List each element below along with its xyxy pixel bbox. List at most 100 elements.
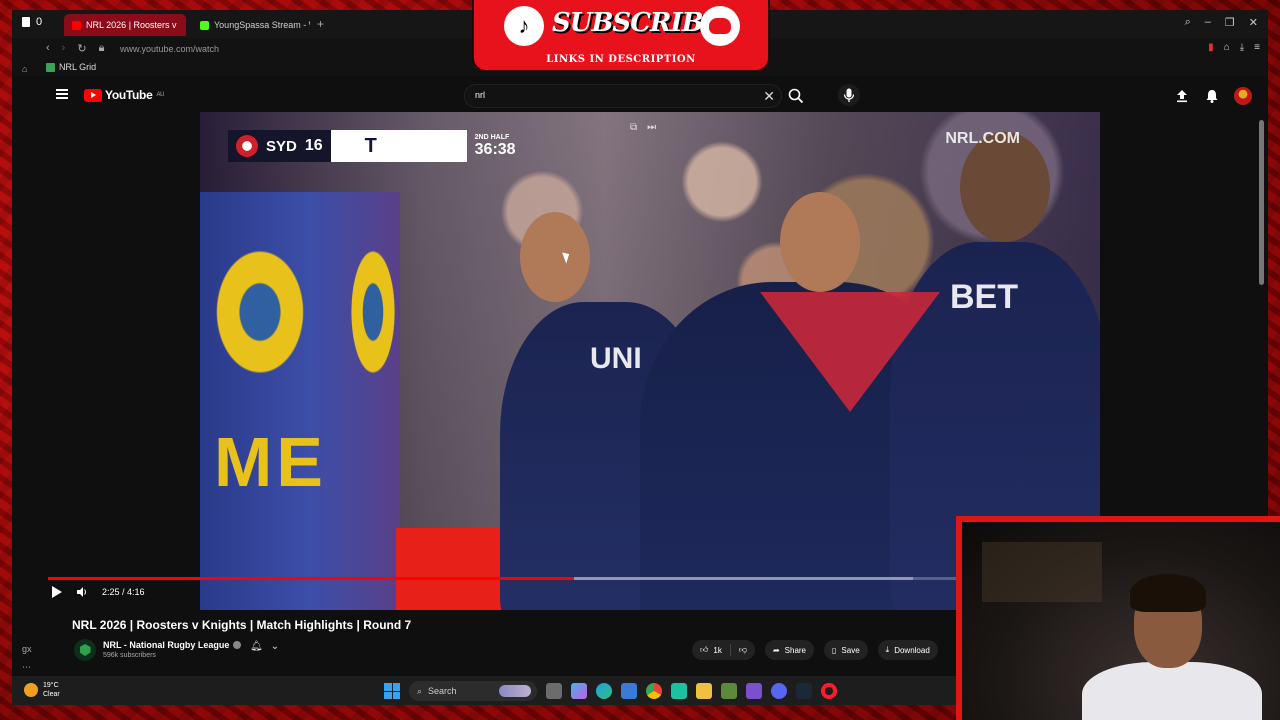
tab-nrl-video[interactable]: NRL 2026 | Roosters v [64, 14, 186, 36]
extension-icon[interactable]: ▮ [1208, 42, 1214, 53]
score-bug: SYD 16 T 2ND HALF 36:38 [228, 130, 524, 162]
thumbs-down-icon: 👎︎ [738, 645, 747, 654]
url-field[interactable]: www.youtube.com/watch [120, 44, 219, 54]
volume-icon[interactable] [76, 586, 88, 598]
subscribe-banner: ♪ SUBSCRIBE LINKS IN DESCRIPTION [472, 0, 770, 72]
subscribe-text: SUBSCRIBE [552, 8, 722, 38]
youtube-favicon-icon [72, 20, 81, 30]
next-icon[interactable]: ⏭ [647, 122, 656, 133]
video-overlay-buttons: ⧉ ⏭ [630, 122, 656, 133]
chevron-down-icon: ⌄ [270, 641, 280, 652]
file-explorer-icon[interactable] [696, 683, 712, 699]
window-controls: ⌕ – ❐ ✕ [1185, 16, 1258, 29]
reload-icon[interactable]: ↻ [77, 42, 86, 55]
minecraft-icon[interactable] [721, 683, 737, 699]
account-avatar[interactable] [1234, 87, 1252, 105]
download-icon[interactable]: ⤓ [1240, 42, 1244, 53]
webcam-feed [962, 522, 1280, 720]
weather-condition: Clear [43, 691, 60, 698]
clear-search-icon[interactable]: ✕ [763, 88, 775, 105]
dislike-button[interactable]: 👎︎ [731, 645, 755, 655]
subscriber-count: 596k subscribers [103, 652, 156, 659]
youtube-play-icon [84, 88, 102, 102]
tab-kick-stream[interactable]: YoungSpassa Stream - Wo [192, 14, 310, 36]
streamer-body [1082, 662, 1262, 720]
edge-icon[interactable] [596, 683, 612, 699]
progress-bar[interactable] [48, 577, 978, 580]
app-icon[interactable] [746, 683, 762, 699]
download-button[interactable]: ⤓ Download [877, 640, 938, 660]
subscription-bell-button[interactable]: 🔔︎ ⌄ [250, 641, 279, 652]
back-icon[interactable]: ‹ [46, 42, 50, 55]
store-icon[interactable] [621, 683, 637, 699]
menu-icon[interactable]: ≡ [1254, 42, 1260, 53]
channel-name[interactable]: NRL - National Rugby League [103, 640, 242, 650]
weather-widget[interactable]: 19°C Clear [24, 681, 60, 699]
maximize-icon[interactable]: ❐ [1225, 16, 1235, 29]
minimize-icon[interactable]: – [1205, 16, 1211, 29]
search-icon[interactable] [786, 86, 806, 106]
game-clock: 2ND HALF 36:38 [474, 133, 516, 158]
search-tabs-icon[interactable]: ⌕ [1185, 16, 1191, 29]
app-icon[interactable] [671, 683, 687, 699]
bookmark-icon: ▯ [832, 645, 837, 655]
youtube-header: YouTube AU ✕ [42, 80, 1262, 112]
like-dislike-group: 👍︎ 1k 👎︎ [692, 640, 755, 660]
close-window-icon[interactable]: ✕ [1249, 16, 1258, 29]
discord-logo-icon [700, 6, 740, 46]
like-button[interactable]: 👍︎ 1k [692, 645, 730, 655]
search-highlight-image [499, 685, 531, 697]
links-text: LINKS IN DESCRIPTION [546, 54, 696, 65]
upload-icon[interactable] [1174, 88, 1190, 104]
video-title: NRL 2026 | Roosters v Knights | Match Hi… [72, 618, 412, 632]
tab-counter[interactable]: 0 [22, 16, 42, 28]
pad-logo [348, 242, 398, 382]
search-input[interactable] [475, 90, 735, 100]
buffer-bar [574, 577, 913, 580]
save-button[interactable]: ▯ Save [824, 640, 868, 660]
webcam-overlay [956, 516, 1280, 720]
taskbar-search[interactable]: ⌕ Search [409, 681, 537, 701]
sheets-icon [46, 62, 55, 72]
play-icon[interactable] [52, 586, 62, 598]
tab-icon [22, 17, 30, 27]
windows-start-icon[interactable] [384, 683, 400, 699]
share-icon: ➦ [772, 645, 780, 655]
chrome-icon[interactable] [646, 683, 662, 699]
sidebar-icon[interactable]: ⌂ [22, 64, 27, 74]
time-display: 2:25 / 4:16 [102, 587, 145, 597]
new-tab-icon[interactable]: + [317, 17, 324, 31]
notifications-bell-icon[interactable] [1204, 88, 1220, 104]
player-controls: 2:25 / 4:16 [52, 586, 145, 598]
search-icon: ⌕ [417, 685, 423, 696]
player-head [780, 192, 860, 292]
forward-icon[interactable]: › [62, 42, 66, 55]
steam-icon[interactable] [796, 683, 812, 699]
jersey-text: BET [950, 278, 1018, 316]
channel-avatar[interactable] [74, 639, 96, 661]
miniplayer-icon[interactable]: ⧉ [630, 122, 637, 133]
broadcast-watermark: NRL.COM [945, 130, 1020, 147]
video-actions: 👍︎ 1k 👎︎ ➦ Share ▯ Save ⤓ Download [692, 640, 938, 660]
profile-icon[interactable]: ⌂ [1224, 42, 1230, 53]
goalpost-pad: ME [200, 192, 400, 610]
copilot-icon[interactable] [571, 683, 587, 699]
background-shelf [982, 542, 1102, 602]
hamburger-menu-icon[interactable] [56, 89, 68, 99]
progress-fill [48, 577, 575, 580]
pad-text: ME [214, 423, 327, 501]
header-actions [1174, 87, 1252, 105]
sidebar-more-icon[interactable]: ⋯ [22, 662, 31, 673]
youtube-logo[interactable]: YouTube AU [84, 88, 164, 102]
task-view-icon[interactable] [546, 683, 562, 699]
bookmark-nrl-grid[interactable]: NRL Grid [46, 62, 96, 72]
page-scrollbar[interactable] [1259, 120, 1264, 285]
opera-gx-icon[interactable] [821, 683, 837, 699]
bell-icon: 🔔︎ [250, 641, 263, 652]
microphone-icon[interactable] [838, 84, 860, 106]
tab-label: NRL 2026 | Roosters v [86, 20, 177, 30]
sidebar-gx-icon[interactable]: gx [22, 644, 32, 654]
temperature: 19°C [43, 682, 59, 689]
share-button[interactable]: ➦ Share [764, 640, 815, 660]
discord-icon[interactable] [771, 683, 787, 699]
